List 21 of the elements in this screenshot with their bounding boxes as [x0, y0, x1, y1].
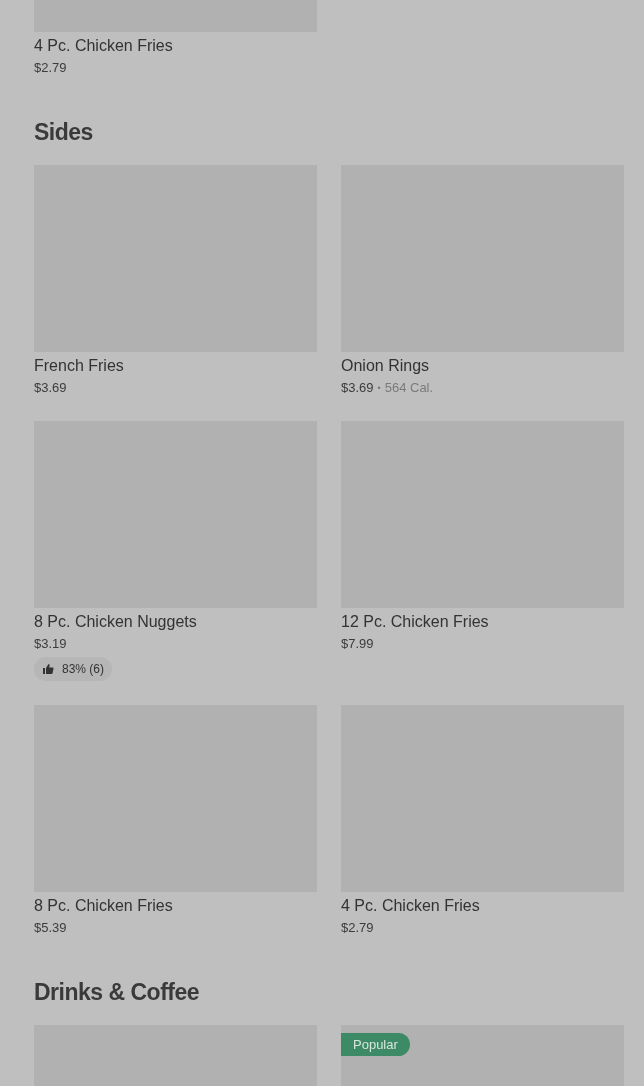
item-name[interactable]: French Fries [34, 356, 124, 376]
item-name[interactable]: 4 Pc. Chicken Fries [34, 36, 173, 56]
item-price: $3.69 [34, 379, 67, 397]
thumbs-up-icon [42, 663, 54, 675]
item-name[interactable]: 8 Pc. Chicken Nuggets [34, 612, 197, 632]
item-price: $3.19 [34, 635, 67, 653]
section-heading: Sides [34, 118, 94, 147]
item-price: $2.79 [341, 919, 374, 937]
section-heading: Drinks & Coffee [34, 978, 201, 1007]
item-price: $7.99 [341, 635, 374, 653]
rating-badge: 83% (6) [34, 657, 113, 681]
separator-dot: • [377, 382, 381, 395]
item-name[interactable]: 12 Pc. Chicken Fries [341, 612, 489, 632]
item-price: $5.39 [34, 919, 67, 937]
popular-badge: Popular [341, 1033, 410, 1056]
item-price: $3.69 [341, 379, 374, 397]
item-calories: 564 Cal. [384, 379, 434, 397]
item-name[interactable]: 8 Pc. Chicken Fries [34, 896, 173, 916]
item-price: $2.79 [34, 59, 67, 77]
item-name[interactable]: Onion Rings [341, 356, 430, 376]
item-name[interactable]: 4 Pc. Chicken Fries [341, 896, 480, 916]
